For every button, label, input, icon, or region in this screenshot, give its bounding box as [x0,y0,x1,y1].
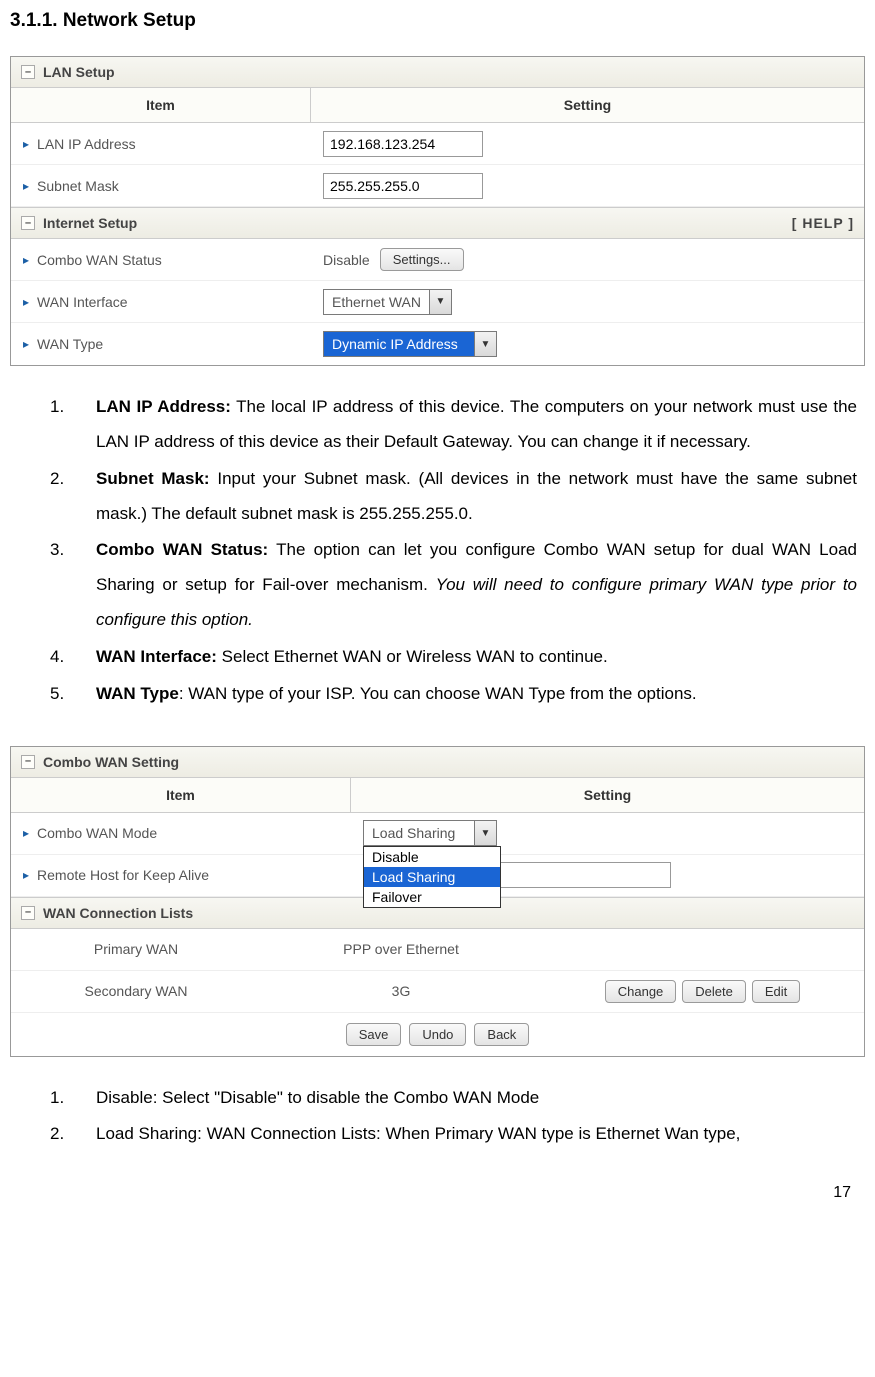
combo-wan-mode-value: Load Sharing [364,821,474,845]
secondary-wan-value: 3G [261,977,541,1005]
section-heading: 3.1.1. Network Setup [10,10,865,32]
collapse-icon[interactable]: – [21,216,35,230]
marker-icon: ▸ [23,137,29,151]
col-item: Item [11,88,311,122]
lan-ip-label: LAN IP Address [37,136,136,152]
action-button-bar: Save Undo Back [11,1013,864,1056]
page-number: 17 [10,1154,865,1204]
combo-wan-status-label: Combo WAN Status [37,252,162,268]
save-button[interactable]: Save [346,1023,402,1046]
list-text: LAN IP Address: The local IP address of … [96,390,857,460]
combo-wan-setting-header[interactable]: – Combo WAN Setting [11,747,864,778]
internet-setup-header[interactable]: – Internet Setup [ HELP ] [11,207,864,239]
marker-icon: ▸ [23,295,29,309]
lan-setup-title: LAN Setup [43,64,115,80]
description-list-2: 1. Disable: Select "Disable" to disable … [10,1081,865,1153]
row-combo-wan-status: ▸ Combo WAN Status Disable Settings... [11,239,864,281]
chevron-down-icon: ▼ [474,821,496,845]
list-text: WAN Interface: Select Ethernet WAN or Wi… [96,640,857,675]
list-num: 1. [50,1081,96,1116]
wan-type-select[interactable]: Dynamic IP Address ▼ [323,331,497,357]
marker-icon: ▸ [23,253,29,267]
combo-wan-mode-dropdown: Disable Load Sharing Failover [363,846,501,908]
lan-ip-input[interactable] [323,131,483,157]
list-text: Subnet Mask: Input your Subnet mask. (Al… [96,462,857,532]
primary-wan-label: Primary WAN [11,935,261,963]
combo-wan-panel: – Combo WAN Setting Item Setting ▸ Combo … [10,746,865,1057]
back-button[interactable]: Back [474,1023,529,1046]
columns-header: Item Setting [11,778,864,813]
row-wan-type: ▸ WAN Type Dynamic IP Address ▼ [11,323,864,365]
combo-wan-status-text: Disable [323,252,370,268]
help-link[interactable]: [ HELP ] [792,215,854,231]
wan-type-value: Dynamic IP Address [324,332,474,356]
remote-host-label: Remote Host for Keep Alive [37,867,209,883]
option-load-sharing[interactable]: Load Sharing [364,867,500,887]
list-num: 3. [50,533,96,638]
row-subnet: ▸ Subnet Mask [11,165,864,207]
marker-icon: ▸ [23,337,29,351]
secondary-wan-label: Secondary WAN [11,977,261,1005]
list-num: 1. [50,390,96,460]
lan-internet-setup-panel: – LAN Setup Item Setting ▸ LAN IP Address… [10,56,865,366]
option-failover[interactable]: Failover [364,887,500,907]
collapse-icon[interactable]: – [21,906,35,920]
chevron-down-icon: ▼ [429,290,451,314]
settings-button[interactable]: Settings... [380,248,464,271]
list-text: Disable: Select "Disable" to disable the… [96,1081,857,1116]
marker-icon: ▸ [23,868,29,882]
list-num: 5. [50,677,96,712]
wan-interface-value: Ethernet WAN [324,290,429,314]
list-text: Load Sharing: WAN Connection Lists: When… [96,1117,857,1152]
row-lan-ip: ▸ LAN IP Address [11,123,864,165]
col-setting: Setting [311,88,864,122]
subnet-label: Subnet Mask [37,178,119,194]
row-combo-wan-mode: ▸ Combo WAN Mode Load Sharing ▼ Disable L… [11,813,864,855]
wan-interface-label: WAN Interface [37,294,128,310]
col-item: Item [11,778,351,812]
collapse-icon[interactable]: – [21,65,35,79]
internet-setup-title: Internet Setup [43,215,137,231]
columns-header: Item Setting [11,88,864,123]
list-num: 2. [50,462,96,532]
row-primary-wan: Primary WAN PPP over Ethernet [11,929,864,971]
change-button[interactable]: Change [605,980,677,1003]
wan-interface-select[interactable]: Ethernet WAN ▼ [323,289,452,315]
combo-wan-mode-select[interactable]: Load Sharing ▼ Disable Load Sharing Fail… [363,820,497,846]
wan-type-label: WAN Type [37,336,103,352]
list-num: 2. [50,1117,96,1152]
wan-connection-lists-title: WAN Connection Lists [43,905,193,921]
col-setting: Setting [351,778,864,812]
delete-button[interactable]: Delete [682,980,746,1003]
chevron-down-icon: ▼ [474,332,496,356]
marker-icon: ▸ [23,826,29,840]
combo-wan-setting-title: Combo WAN Setting [43,754,179,770]
row-wan-interface: ▸ WAN Interface Ethernet WAN ▼ [11,281,864,323]
list-num: 4. [50,640,96,675]
combo-wan-mode-label: Combo WAN Mode [37,825,157,841]
remote-host-input[interactable] [491,862,671,888]
list-text: Combo WAN Status: The option can let you… [96,533,857,638]
list-text: WAN Type: WAN type of your ISP. You can … [96,677,857,712]
description-list-1: 1. LAN IP Address: The local IP address … [10,390,865,712]
undo-button[interactable]: Undo [409,1023,466,1046]
lan-setup-header[interactable]: – LAN Setup [11,57,864,88]
subnet-input[interactable] [323,173,483,199]
marker-icon: ▸ [23,179,29,193]
edit-button[interactable]: Edit [752,980,800,1003]
option-disable[interactable]: Disable [364,847,500,867]
primary-wan-value: PPP over Ethernet [261,935,541,963]
collapse-icon[interactable]: – [21,755,35,769]
row-secondary-wan: Secondary WAN 3G Change Delete Edit [11,971,864,1013]
